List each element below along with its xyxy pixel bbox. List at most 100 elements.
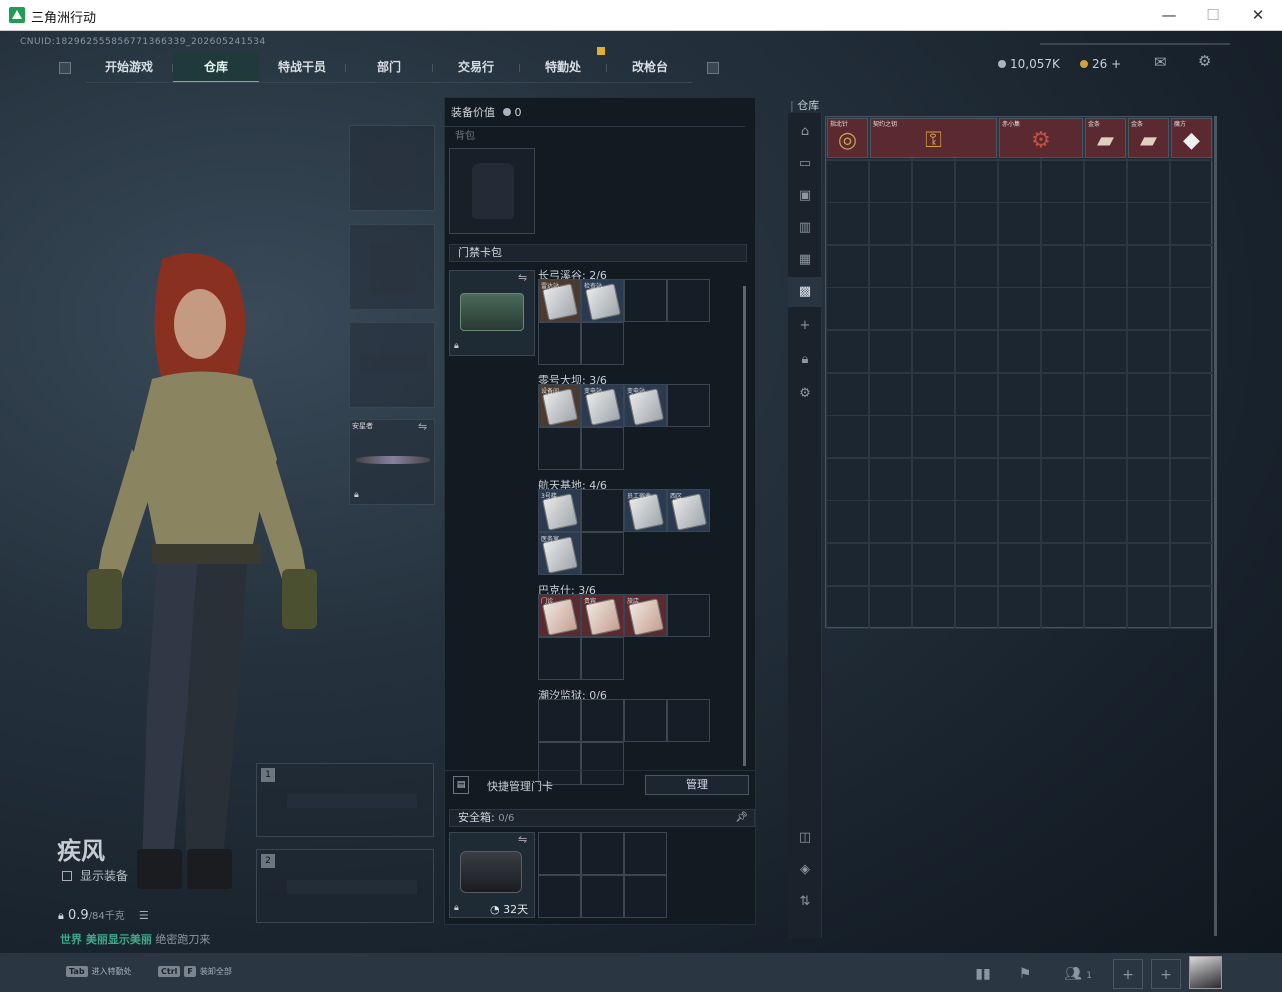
category-keys-icon[interactable]: ▩ (788, 277, 822, 307)
warehouse-cell[interactable] (1084, 585, 1127, 629)
warehouse-cell[interactable] (1170, 457, 1213, 501)
keycard-cell[interactable] (581, 532, 624, 575)
warehouse-cell[interactable] (1041, 287, 1084, 331)
warehouse-cell[interactable] (1127, 330, 1170, 373)
warehouse-cell[interactable] (955, 543, 998, 586)
warehouse-cell[interactable] (998, 202, 1041, 246)
warehouse-cell[interactable] (1170, 372, 1213, 416)
keycard-cell[interactable] (538, 322, 581, 365)
tab-special-ops[interactable]: 特勤处 (520, 51, 606, 83)
warehouse-cell[interactable] (955, 585, 998, 629)
warehouse-cell[interactable] (1127, 415, 1170, 459)
maximize-button[interactable]: ☐ (1190, 0, 1236, 31)
settings-gear-icon[interactable]: ⚙ (1198, 52, 1211, 70)
warehouse-cell[interactable] (955, 372, 998, 416)
warehouse-cell[interactable] (869, 500, 912, 544)
warehouse-cell[interactable] (1127, 287, 1170, 331)
tab-operators[interactable]: 特战干员 (259, 51, 345, 83)
primary-weapon-slot-2[interactable]: 2 (256, 849, 434, 923)
warehouse-item[interactable]: 契约之钥 ⚿ (870, 118, 997, 158)
minimize-button[interactable]: — (1146, 0, 1192, 31)
close-button[interactable]: ✕ (1235, 0, 1281, 31)
warehouse-item[interactable]: 金条 ▰ (1085, 118, 1126, 158)
warehouse-cell[interactable] (1041, 543, 1084, 586)
keycard-cell[interactable] (581, 427, 624, 470)
warehouse-cell[interactable] (826, 159, 869, 203)
warehouse-cell[interactable] (826, 415, 869, 459)
safebox-cell[interactable] (624, 875, 667, 918)
warehouse-cell[interactable] (1041, 500, 1084, 544)
keycard-cell[interactable]: 雷达站 (538, 279, 581, 322)
warehouse-cell[interactable] (826, 500, 869, 544)
keycard-cell[interactable] (538, 699, 581, 742)
tab-trading[interactable]: 交易行 (433, 51, 519, 83)
warehouse-cell[interactable] (869, 585, 912, 629)
tab-department[interactable]: 部门 (346, 51, 432, 83)
warehouse-cell[interactable] (826, 287, 869, 331)
warehouse-cell[interactable] (955, 500, 998, 544)
keycard-cell[interactable]: 3号楼 (538, 489, 581, 532)
category-medical-icon[interactable]: ▦ (788, 245, 822, 275)
warehouse-cell[interactable] (1084, 500, 1127, 544)
warehouse-cell[interactable] (1041, 330, 1084, 373)
category-weapons-icon[interactable]: ▭ (788, 149, 822, 179)
warehouse-cell[interactable] (1127, 585, 1170, 629)
warehouse-cell[interactable] (1127, 202, 1170, 246)
warehouse-cell[interactable] (912, 585, 955, 629)
warehouse-cell[interactable] (1084, 244, 1127, 288)
nav-next-icon[interactable] (707, 62, 719, 74)
warehouse-cell[interactable] (1170, 330, 1213, 373)
warehouse-cell[interactable] (1127, 543, 1170, 586)
warehouse-cell[interactable] (826, 372, 869, 416)
warehouse-cell[interactable] (869, 202, 912, 246)
warehouse-cell[interactable] (998, 244, 1041, 288)
warehouse-cell[interactable] (955, 330, 998, 373)
armor-slot[interactable] (349, 224, 435, 310)
warehouse-cell[interactable] (1084, 543, 1127, 586)
warehouse-cell[interactable] (955, 244, 998, 288)
warehouse-cell[interactable] (1084, 159, 1127, 203)
scrollbar[interactable] (743, 286, 746, 766)
add-squad-slot-2[interactable]: + (1151, 959, 1181, 989)
keycard-cell[interactable] (538, 427, 581, 470)
warehouse-cell[interactable] (998, 585, 1041, 629)
warehouse-cell[interactable] (955, 202, 998, 246)
warehouse-cell[interactable] (1170, 415, 1213, 459)
warehouse-cell[interactable] (912, 543, 955, 586)
keycard-cell[interactable]: 员工宿舍 (624, 489, 667, 532)
keycard-cell[interactable] (667, 699, 710, 742)
add-ticket-button[interactable]: + (1111, 57, 1121, 71)
flag-icon[interactable]: ⚑ (1010, 959, 1040, 989)
warehouse-cell[interactable] (1084, 202, 1127, 246)
warehouse-cell[interactable] (1041, 372, 1084, 416)
keycard-cell[interactable] (581, 322, 624, 365)
warehouse-cell[interactable] (1084, 457, 1127, 501)
show-equip-toggle[interactable]: 显示装备 (62, 867, 128, 884)
warehouse-cell[interactable] (998, 287, 1041, 331)
warehouse-cell[interactable] (826, 585, 869, 629)
warehouse-cell[interactable] (998, 330, 1041, 373)
mail-icon[interactable]: ✉ (1154, 53, 1167, 71)
keycard-cell[interactable] (581, 637, 624, 680)
warehouse-cell[interactable] (1041, 244, 1084, 288)
keycard-cell[interactable]: 检查站 (581, 279, 624, 322)
locked-category-icon[interactable]: 🔒︎ (788, 345, 822, 375)
warehouse-cell[interactable] (826, 330, 869, 373)
tab-gunsmith[interactable]: 改枪台 (607, 51, 693, 83)
add-category-icon[interactable]: + (788, 311, 822, 341)
ctrl-f-shortcut[interactable]: Ctrl F 装卸全部 (158, 966, 232, 977)
warehouse-cell[interactable] (1084, 415, 1127, 459)
keycard-case-slot[interactable]: ⇋ 🔒︎ (449, 270, 535, 356)
warehouse-cell[interactable] (1170, 159, 1213, 203)
keycard-cell[interactable] (667, 384, 710, 427)
keycard-cell[interactable]: 变电站 (624, 384, 667, 427)
warehouse-cell[interactable] (998, 457, 1041, 501)
keycard-cell[interactable]: 贵宾 (581, 594, 624, 637)
warehouse-cell[interactable] (912, 372, 955, 416)
warehouse-cell[interactable] (869, 287, 912, 331)
warehouse-cell[interactable] (826, 244, 869, 288)
warehouse-cell[interactable] (955, 287, 998, 331)
warehouse-cell[interactable] (869, 330, 912, 373)
category-all-icon[interactable]: ⌂ (788, 117, 822, 147)
category-settings-icon[interactable]: ⚙ (788, 379, 822, 409)
